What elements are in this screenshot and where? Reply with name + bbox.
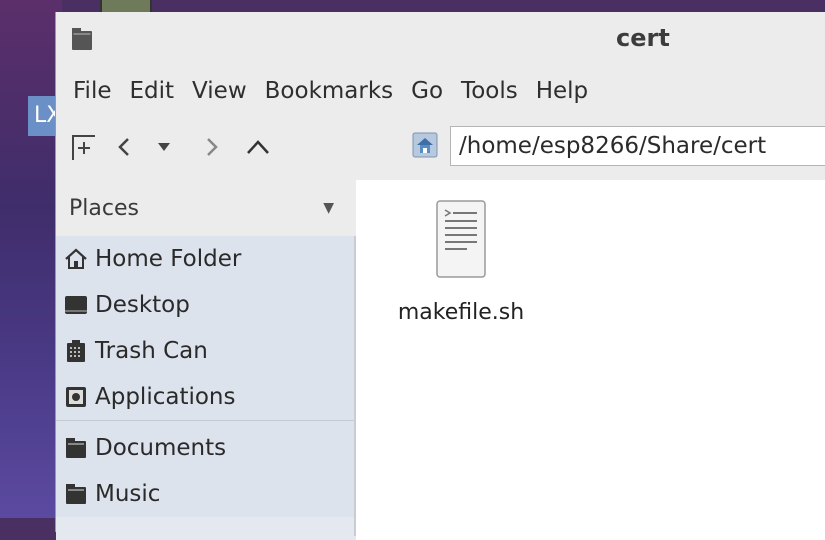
- sidebar-item-label: Documents: [95, 435, 227, 461]
- script-file-icon: [436, 200, 486, 278]
- folder-icon: [63, 481, 89, 507]
- back-button[interactable]: [104, 127, 144, 167]
- places-label: Places: [69, 195, 139, 221]
- file-manager-window: cert File Edit View Bookmarks Go Tools H…: [55, 12, 825, 540]
- toolbar: /home/esp8266/Share/cert: [56, 124, 825, 170]
- history-dropdown-button[interactable]: [144, 127, 184, 167]
- sidebar-item-label: Applications: [95, 384, 236, 410]
- title-bar[interactable]: cert: [56, 12, 825, 70]
- trash-icon: [63, 338, 89, 364]
- places-header[interactable]: Places ▼: [56, 180, 356, 236]
- forward-icon: [207, 138, 218, 156]
- applications-icon: [63, 384, 89, 410]
- menu-file[interactable]: File: [65, 78, 120, 104]
- folder-icon: [63, 435, 89, 461]
- menu-go[interactable]: Go: [403, 78, 451, 104]
- file-name: makefile.sh: [397, 300, 525, 325]
- location-path-input[interactable]: /home/esp8266/Share/cert: [450, 126, 825, 166]
- places-list: Home Folder Desktop Trash Can Applicatio…: [56, 236, 356, 517]
- file-item[interactable]: makefile.sh: [381, 200, 541, 325]
- sidebar-item-applications[interactable]: Applications: [56, 374, 356, 420]
- menu-tools[interactable]: Tools: [453, 78, 526, 104]
- parent-folder-button[interactable]: [238, 127, 278, 167]
- new-tab-icon: [72, 135, 95, 160]
- sidebar-item-trash-can[interactable]: Trash Can: [56, 328, 356, 374]
- up-arrow-icon: [247, 140, 269, 154]
- home-icon: [63, 246, 89, 272]
- desktop-background: [0, 0, 62, 518]
- sidebar-item-label: Home Folder: [95, 246, 242, 272]
- location-path-text: /home/esp8266/Share/cert: [459, 133, 767, 159]
- new-tab-button[interactable]: [64, 127, 104, 167]
- menu-bookmarks[interactable]: Bookmarks: [257, 78, 402, 104]
- forward-button[interactable]: [192, 127, 232, 167]
- sidebar-item-label: Desktop: [95, 292, 190, 318]
- menu-bar: File Edit View Bookmarks Go Tools Help: [56, 72, 825, 110]
- sidebar-item-label: Trash Can: [95, 338, 208, 364]
- folder-icon: [72, 28, 92, 50]
- sidebar-item-music[interactable]: Music: [56, 471, 356, 517]
- sidebar-item-desktop[interactable]: Desktop: [56, 282, 356, 328]
- desktop-icon: [63, 292, 89, 318]
- menu-view[interactable]: View: [184, 78, 255, 104]
- home-location-icon: [412, 132, 438, 158]
- side-pane: Places ▼ Home Folder Desktop Trash Can A…: [56, 180, 356, 540]
- menu-help[interactable]: Help: [528, 78, 596, 104]
- back-icon: [118, 138, 129, 156]
- sidebar-item-home-folder[interactable]: Home Folder: [56, 236, 356, 282]
- chevron-down-icon: [158, 143, 170, 151]
- sidebar-item-documents[interactable]: Documents: [56, 425, 356, 471]
- sidebar-item-label: Music: [95, 481, 161, 507]
- file-view[interactable]: makefile.sh: [356, 180, 825, 540]
- chevron-down-icon: ▼: [323, 200, 334, 216]
- menu-edit[interactable]: Edit: [122, 78, 183, 104]
- window-title: cert: [616, 24, 670, 52]
